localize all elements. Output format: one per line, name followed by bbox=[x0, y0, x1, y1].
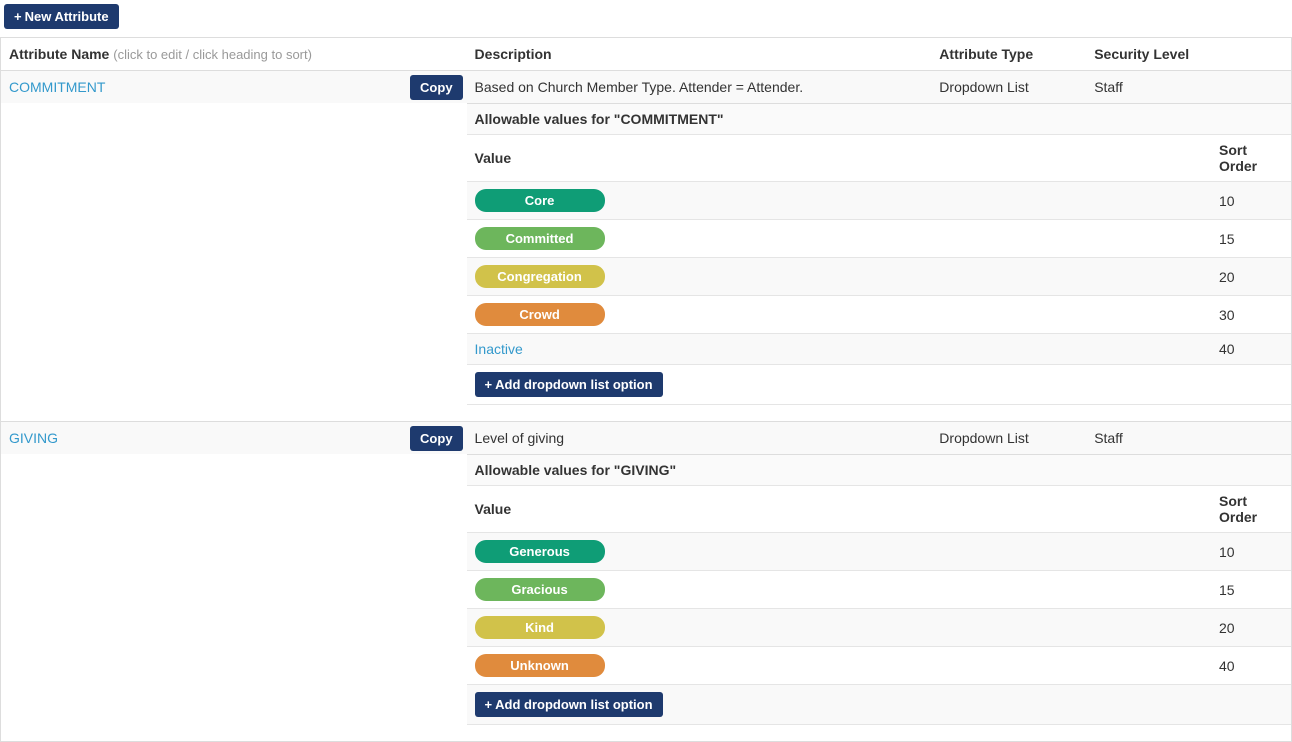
value-pill[interactable]: Gracious bbox=[475, 578, 605, 601]
detail-cell: Allowable values for "GIVING"ValueSort O… bbox=[467, 454, 1292, 742]
inner-header-value: Value bbox=[467, 135, 1211, 182]
value-pill[interactable]: Core bbox=[475, 189, 605, 212]
value-sort-order: 15 bbox=[1211, 571, 1291, 609]
allowable-values-title: Allowable values for "GIVING" bbox=[467, 455, 1291, 486]
value-cell: Core bbox=[467, 182, 1211, 220]
copy-button[interactable]: Copy bbox=[410, 426, 463, 451]
attribute-name-cell: GIVING Copy bbox=[1, 422, 467, 455]
attribute-security: Staff bbox=[1086, 71, 1291, 104]
attribute-name-link[interactable]: COMMITMENT bbox=[9, 79, 105, 95]
copy-button[interactable]: Copy bbox=[410, 75, 463, 100]
value-cell: Unknown bbox=[467, 647, 1211, 685]
new-attribute-label: New Attribute bbox=[25, 9, 109, 24]
value-pill[interactable]: Committed bbox=[475, 227, 605, 250]
value-pill[interactable]: Crowd bbox=[475, 303, 605, 326]
value-sort-order: 20 bbox=[1211, 258, 1291, 296]
value-sort-order: 10 bbox=[1211, 533, 1291, 571]
allowable-values-title: Allowable values for "COMMITMENT" bbox=[467, 104, 1291, 135]
add-option-cell: +Add dropdown list option bbox=[467, 365, 1211, 405]
attribute-description: Level of giving bbox=[467, 422, 932, 455]
value-row: Crowd 30 bbox=[467, 296, 1291, 334]
value-sort-order: 10 bbox=[1211, 182, 1291, 220]
value-pill[interactable]: Generous bbox=[475, 540, 605, 563]
attribute-description: Based on Church Member Type. Attender = … bbox=[467, 71, 932, 104]
inner-header-sortorder: Sort Order bbox=[1211, 486, 1291, 533]
allowable-values-table: Allowable values for "GIVING"ValueSort O… bbox=[467, 454, 1291, 725]
allowable-values-table: Allowable values for "COMMITMENT"ValueSo… bbox=[467, 103, 1291, 405]
attribute-type: Dropdown List bbox=[931, 422, 1086, 455]
value-sort-order: 30 bbox=[1211, 296, 1291, 334]
detail-spacer bbox=[1, 454, 467, 742]
value-sort-order: 40 bbox=[1211, 647, 1291, 685]
add-option-cell: +Add dropdown list option bbox=[467, 685, 1211, 725]
value-cell: Inactive bbox=[467, 334, 1211, 365]
value-row: Kind 20 bbox=[467, 609, 1291, 647]
value-sort-order: 40 bbox=[1211, 334, 1291, 365]
plus-icon: + bbox=[485, 697, 493, 712]
detail-spacer bbox=[1, 103, 467, 422]
value-cell: Generous bbox=[467, 533, 1211, 571]
attribute-detail-row: Allowable values for "GIVING"ValueSort O… bbox=[1, 454, 1292, 742]
plus-icon: + bbox=[485, 377, 493, 392]
value-row: Unknown 40 bbox=[467, 647, 1291, 685]
header-security[interactable]: Security Level bbox=[1086, 38, 1291, 71]
table-row: GIVING CopyLevel of givingDropdown ListSt… bbox=[1, 422, 1292, 455]
value-row: Core 10 bbox=[467, 182, 1291, 220]
table-header-row: Attribute Name (click to edit / click he… bbox=[1, 38, 1292, 71]
value-row: Generous 10 bbox=[467, 533, 1291, 571]
new-attribute-button[interactable]: +New Attribute bbox=[4, 4, 119, 29]
add-option-label: Add dropdown list option bbox=[495, 377, 652, 392]
header-type[interactable]: Attribute Type bbox=[931, 38, 1086, 71]
value-cell: Crowd bbox=[467, 296, 1211, 334]
add-dropdown-option-button[interactable]: +Add dropdown list option bbox=[475, 692, 663, 717]
header-name-hint: (click to edit / click heading to sort) bbox=[113, 47, 312, 62]
value-pill[interactable]: Congregation bbox=[475, 265, 605, 288]
value-cell: Congregation bbox=[467, 258, 1211, 296]
value-cell: Kind bbox=[467, 609, 1211, 647]
inner-header-value: Value bbox=[467, 486, 1211, 533]
header-name[interactable]: Attribute Name (click to edit / click he… bbox=[1, 38, 467, 71]
value-pill[interactable]: Unknown bbox=[475, 654, 605, 677]
plus-icon: + bbox=[14, 9, 22, 24]
value-row: Gracious 15 bbox=[467, 571, 1291, 609]
value-cell: Committed bbox=[467, 220, 1211, 258]
attribute-name-link[interactable]: GIVING bbox=[9, 430, 58, 446]
attribute-security: Staff bbox=[1086, 422, 1291, 455]
attribute-type: Dropdown List bbox=[931, 71, 1086, 104]
header-description[interactable]: Description bbox=[467, 38, 932, 71]
add-option-label: Add dropdown list option bbox=[495, 697, 652, 712]
attribute-detail-row: Allowable values for "COMMITMENT"ValueSo… bbox=[1, 103, 1292, 422]
value-link[interactable]: Inactive bbox=[475, 341, 523, 357]
value-row: Committed 15 bbox=[467, 220, 1291, 258]
value-sort-order: 20 bbox=[1211, 609, 1291, 647]
add-dropdown-option-button[interactable]: +Add dropdown list option bbox=[475, 372, 663, 397]
attribute-name-cell: COMMITMENT Copy bbox=[1, 71, 467, 104]
value-row: Congregation 20 bbox=[467, 258, 1291, 296]
table-row: COMMITMENT CopyBased on Church Member Typ… bbox=[1, 71, 1292, 104]
attributes-table: Attribute Name (click to edit / click he… bbox=[0, 37, 1292, 742]
detail-cell: Allowable values for "COMMITMENT"ValueSo… bbox=[467, 103, 1292, 422]
value-sort-order: 15 bbox=[1211, 220, 1291, 258]
empty-cell bbox=[1211, 685, 1291, 725]
value-cell: Gracious bbox=[467, 571, 1211, 609]
empty-cell bbox=[1211, 365, 1291, 405]
value-pill[interactable]: Kind bbox=[475, 616, 605, 639]
value-row: Inactive 40 bbox=[467, 334, 1291, 365]
inner-header-sortorder: Sort Order bbox=[1211, 135, 1291, 182]
